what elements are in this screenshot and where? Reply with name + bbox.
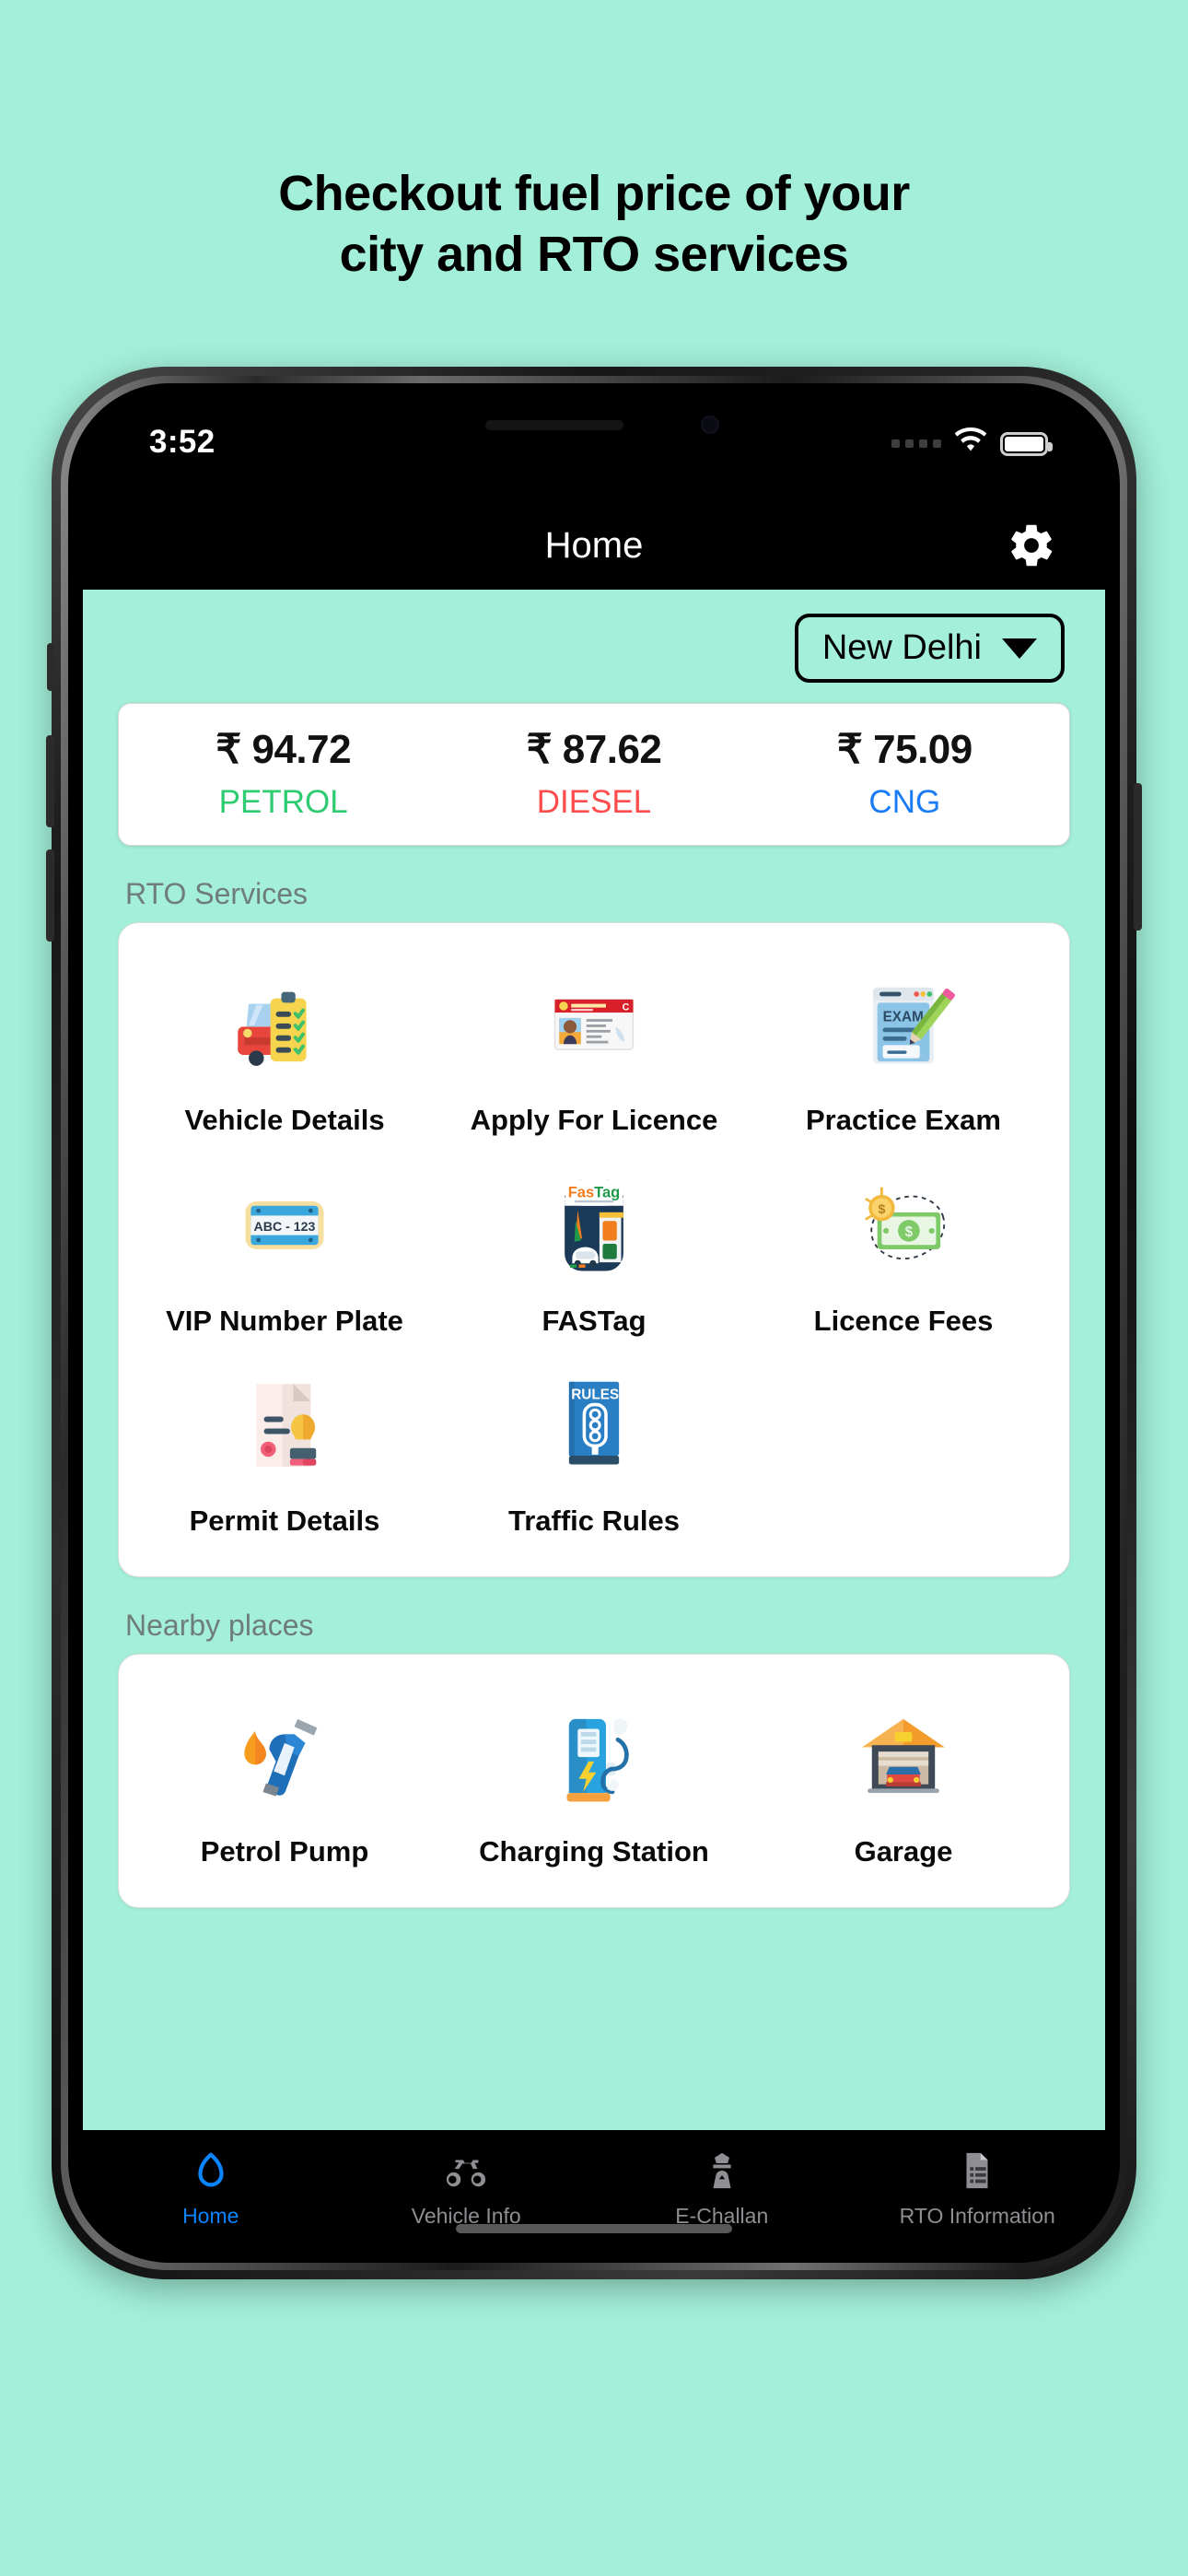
rto-tile-label: FASTag: [542, 1304, 646, 1337]
svg-text:$: $: [878, 1202, 885, 1217]
gear-icon: [1011, 524, 1053, 567]
rto-tile-licence-fees[interactable]: $ $ Licence Fees: [749, 1148, 1058, 1349]
cng-price: ₹ 75.09: [836, 727, 973, 772]
nearby-tile-garage[interactable]: Garage: [749, 1679, 1058, 1879]
nearby-places-row: Petrol Pump Charging Station Garage: [130, 1679, 1058, 1879]
volume-up-button[interactable]: [46, 735, 54, 827]
rto-tile-permit-details[interactable]: Permit Details: [130, 1348, 439, 1549]
wifi-icon: [952, 427, 989, 460]
power-button[interactable]: [1134, 783, 1142, 931]
rto-services-row-3: Permit Details RULES Traffic Rules: [130, 1348, 1058, 1549]
rto-tile-label: Apply For Licence: [470, 1104, 718, 1136]
city-row: New Delhi: [83, 590, 1105, 683]
svg-text:RULES: RULES: [571, 1388, 619, 1403]
svg-text:ABC - 123: ABC - 123: [254, 1220, 316, 1235]
tab-label: RTO Information: [899, 2204, 1055, 2228]
rto-tile-vip-number-plate[interactable]: ABC - 123 VIP Number Plate: [130, 1148, 439, 1349]
home-indicator[interactable]: [456, 2224, 732, 2233]
promo-screenshot: Checkout fuel price of your city and RTO…: [0, 0, 1188, 2576]
city-selector[interactable]: New Delhi: [794, 614, 1065, 683]
nearby-tile-charging-station[interactable]: Charging Station: [439, 1679, 749, 1879]
ev-charger-icon: [540, 1695, 648, 1817]
app-header: Home: [83, 501, 1105, 590]
rto-tile-label: Permit Details: [189, 1505, 380, 1538]
police-officer-icon: [701, 2149, 743, 2196]
money-coin-icon: $ $: [849, 1165, 958, 1286]
svg-text:$: $: [905, 1224, 914, 1239]
rto-tile-practice-exam[interactable]: EXAM Practice Exam: [749, 947, 1058, 1148]
diesel-price: ₹ 87.62: [526, 727, 662, 772]
nearby-places-panel: Petrol Pump Charging Station Garage: [118, 1654, 1070, 1908]
promo-line-1: Checkout fuel price of your: [278, 166, 910, 221]
rto-tile-fastag[interactable]: FasTag FASTag: [439, 1148, 749, 1349]
garage-icon: [849, 1695, 958, 1817]
header-title: Home: [544, 524, 644, 566]
signal-dots-icon: [891, 439, 941, 448]
front-camera-icon: [701, 416, 719, 434]
petrol-label: PETROL: [218, 784, 348, 820]
tab-e-challan[interactable]: E-Challan: [594, 2149, 850, 2229]
nearby-tile-petrol-pump[interactable]: Petrol Pump: [130, 1679, 439, 1879]
fastag-toll-icon: FasTag: [540, 1165, 648, 1286]
fuel-item-cng[interactable]: ₹ 75.09 CNG: [750, 726, 1060, 821]
earpiece-speaker: [485, 420, 623, 430]
tab-rto-information[interactable]: RTO Information: [850, 2149, 1106, 2229]
rto-tile-apply-for-licence[interactable]: C Apply For Licence: [439, 947, 749, 1148]
nearby-tile-label: Garage: [854, 1835, 953, 1868]
fuel-nozzle-icon: [230, 1695, 339, 1817]
diesel-label: DIESEL: [536, 784, 652, 820]
nearby-tile-label: Petrol Pump: [200, 1835, 369, 1868]
settings-button[interactable]: [1006, 520, 1057, 571]
fuel-item-petrol[interactable]: ₹ 94.72 PETROL: [128, 726, 438, 821]
page-title: Checkout fuel price of your city and RTO…: [0, 164, 1188, 286]
number-plate-icon: ABC - 123: [230, 1165, 339, 1286]
rto-services-panel: Vehicle Details C Apply For Licence EXAM…: [118, 922, 1070, 1578]
rto-tile-traffic-rules[interactable]: RULES Traffic Rules: [439, 1348, 749, 1549]
rto-tile-label: Licence Fees: [813, 1304, 994, 1337]
cng-label: CNG: [868, 784, 941, 820]
tab-home[interactable]: Home: [83, 2149, 339, 2229]
car-checklist-icon: [230, 964, 339, 1085]
rto-tile-vehicle-details[interactable]: Vehicle Details: [130, 947, 439, 1148]
tab-vehicle-info[interactable]: Vehicle Info: [339, 2149, 595, 2229]
rto-services-row-2: ABC - 123 VIP Number Plate FasTag FASTag…: [130, 1148, 1058, 1349]
svg-text:C: C: [623, 1002, 630, 1013]
phone-screen: 3:52 Home New Delhi ₹ 94.72 PETROL ₹ 87.…: [83, 398, 1105, 2248]
fuel-item-diesel[interactable]: ₹ 87.62 DIESEL: [438, 726, 749, 821]
rto-tile-label: Practice Exam: [806, 1104, 1001, 1136]
status-bar-time: 3:52: [149, 424, 215, 460]
fuel-price-card: ₹ 94.72 PETROL ₹ 87.62 DIESEL ₹ 75.09 CN…: [118, 703, 1070, 846]
petrol-price: ₹ 94.72: [215, 727, 352, 772]
rto-tile-label: Traffic Rules: [507, 1505, 681, 1538]
driving-licence-card-icon: C: [540, 964, 648, 1085]
phone-frame: 3:52 Home New Delhi ₹ 94.72 PETROL ₹ 87.…: [46, 367, 1142, 2279]
exam-paper-pencil-icon: EXAM: [849, 964, 958, 1085]
promo-line-2: city and RTO services: [339, 226, 849, 282]
rto-services-section-label: RTO Services: [125, 877, 308, 910]
document-list-icon: [956, 2149, 998, 2196]
motorcycle-icon: [445, 2149, 487, 2196]
city-selector-value: New Delhi: [821, 628, 982, 667]
tab-label: Home: [182, 2204, 239, 2228]
notch: [401, 398, 787, 455]
document-stamp-icon: [230, 1364, 339, 1486]
chevron-down-icon: [1002, 638, 1037, 659]
battery-full-icon: [1000, 431, 1053, 456]
nearby-places-section-label: Nearby places: [125, 1609, 314, 1643]
status-bar-indicators: [891, 427, 1053, 460]
rto-services-row-1: Vehicle Details C Apply For Licence EXAM…: [130, 947, 1058, 1148]
rules-book-icon: RULES: [540, 1364, 648, 1486]
app-content: New Delhi ₹ 94.72 PETROL ₹ 87.62 DIESEL: [83, 590, 1105, 2130]
svg-text:EXAM: EXAM: [883, 1009, 924, 1025]
nearby-tile-label: Charging Station: [479, 1835, 709, 1868]
volume-down-button[interactable]: [46, 849, 54, 942]
silent-switch[interactable]: [47, 643, 54, 691]
rto-tile-label: VIP Number Plate: [166, 1304, 403, 1337]
home-icon: [190, 2149, 232, 2196]
status-bar: 3:52: [83, 398, 1105, 501]
svg-text:FasTag: FasTag: [568, 1184, 621, 1200]
rto-tile-label: Vehicle Details: [184, 1104, 385, 1136]
